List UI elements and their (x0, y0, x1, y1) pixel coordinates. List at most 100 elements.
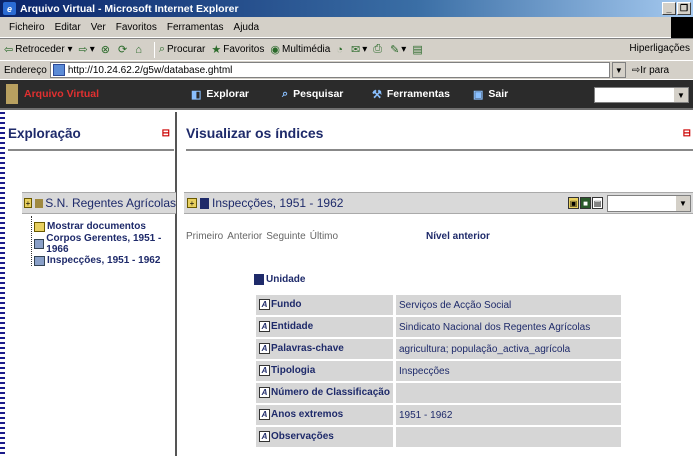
field-label-cell[interactable]: A Número de Classificação (256, 383, 393, 403)
field-help-icon[interactable]: A (259, 387, 270, 399)
nav-pesquisar-label: Pesquisar (293, 88, 344, 100)
field-label: Número de Classificação (271, 387, 390, 399)
documents-icon (34, 221, 45, 232)
go-label: Ir para (640, 64, 670, 76)
save-record-icon[interactable]: ■ (580, 197, 591, 209)
back-label: Retroceder (15, 44, 65, 55)
media-button[interactable]: ◉ Multimédia (270, 43, 330, 56)
tree-root-label: S.N. Regentes Agrícolas (45, 196, 176, 210)
tree-item-label: Mostrar documentos (47, 221, 146, 232)
edit-page-button[interactable]: ✎ ▾ (390, 43, 406, 56)
edit-icon: ✎ (390, 44, 400, 56)
refresh-button[interactable]: ⟳ (118, 43, 129, 56)
app-brand[interactable]: Arquivo Virtual (24, 88, 191, 100)
print-button[interactable]: ⎙ (373, 43, 384, 56)
menu-edit[interactable]: Editar (55, 22, 81, 33)
field-label: Observações (271, 431, 334, 443)
field-label-cell[interactable]: A Entidade (256, 317, 393, 337)
field-value: agricultura; população_activa_agrícola (393, 339, 621, 359)
view-record-icon[interactable]: ▣ (568, 197, 579, 209)
home-button[interactable]: ⌂ (135, 44, 144, 56)
nav-ferramentas[interactable]: ⚒ Ferramentas (372, 88, 473, 101)
field-value: Serviços de Acção Social (393, 295, 621, 315)
collapse-icon[interactable]: ⊟ (162, 128, 170, 139)
nav-explorar[interactable]: ◧ Explorar (191, 88, 282, 101)
field-label-cell[interactable]: A Anos extremos (256, 405, 393, 425)
field-label: Anos extremos (271, 409, 344, 421)
search-icon: ⌕ (282, 87, 289, 100)
forward-button[interactable]: ⇨ ▾ (79, 43, 95, 56)
mail-button[interactable]: ✉ ▾ (351, 43, 367, 56)
media-icon: ◉ (270, 44, 280, 56)
address-input[interactable]: http://10.24.62.2/g5w/database.ghtml (49, 62, 610, 78)
print-record-icon[interactable]: ▤ (592, 197, 603, 209)
unit-label: Unidade (266, 274, 306, 285)
maximize-button[interactable]: ❐ (677, 2, 691, 15)
field-label: Palavras-chave (271, 343, 344, 355)
record-pager: Primeiro Anterior Seguinte Último (186, 231, 338, 242)
field-help-icon[interactable]: A (259, 299, 270, 311)
field-help-icon[interactable]: A (259, 343, 270, 355)
chevron-down-icon: ▼ (676, 196, 690, 211)
index-view-panel: Visualizar os índices ⊟ + Inspecções, 19… (180, 112, 693, 456)
field-label-cell[interactable]: A Palavras-chave (256, 339, 393, 359)
back-button[interactable]: ⇦ Retroceder ▾ (4, 43, 73, 56)
menu-file[interactable]: Ficheiro (9, 22, 45, 33)
field-help-icon[interactable]: A (259, 365, 270, 377)
windows-logo-icon (671, 17, 693, 38)
nav-pesquisar[interactable]: ⌕ Pesquisar (282, 88, 372, 101)
pager-previous[interactable]: Anterior (227, 231, 262, 242)
nav-sair-label: Sair (488, 88, 509, 100)
menu-view[interactable]: Ver (91, 22, 106, 33)
menu-help[interactable]: Ajuda (234, 22, 260, 33)
tree-item-corpos-gerentes[interactable]: Corpos Gerentes, 1951 - 1966 (34, 232, 175, 255)
nav-ferramentas-label: Ferramentas (386, 88, 450, 100)
links-button[interactable]: Hiperligações (629, 43, 690, 54)
go-button[interactable]: ⇨Ir para (632, 65, 669, 76)
favorites-label: Favoritos (223, 44, 265, 55)
collapse-icon[interactable]: ⊟ (683, 128, 691, 139)
tree-root-item[interactable]: + S.N. Regentes Agrícolas (22, 192, 176, 214)
table-row: A Fundo Serviços de Acção Social (256, 295, 621, 315)
pager-last[interactable]: Último (310, 231, 338, 242)
internet-explorer-icon: e (3, 2, 16, 15)
minimize-button[interactable]: _ (662, 2, 676, 15)
favorites-icon: ★ (211, 44, 222, 56)
tree-children: Mostrar documentos Corpos Gerentes, 1951… (26, 218, 175, 269)
search-button[interactable]: ⌕ Procurar (159, 43, 206, 56)
nav-sair[interactable]: ▣ Sair (473, 88, 508, 101)
field-label-cell[interactable]: A Observações (256, 427, 393, 447)
nav-select[interactable]: ▼ (594, 87, 689, 103)
folder-icon (34, 255, 45, 266)
menu-favorites[interactable]: Favoritos (116, 22, 157, 33)
address-dropdown-icon[interactable]: ▼ (611, 62, 626, 78)
nav-explorar-label: Explorar (206, 88, 250, 100)
history-button[interactable]: ◔ (336, 44, 345, 56)
field-help-icon[interactable]: A (259, 409, 270, 421)
tree-item-label: Corpos Gerentes, 1951 - 1966 (46, 232, 162, 255)
field-help-icon[interactable]: A (259, 431, 270, 443)
favorites-button[interactable]: ★ Favoritos (211, 43, 264, 56)
field-value: Inspecções (393, 361, 621, 381)
page-title: Visualizar os índices (186, 125, 324, 141)
tree-item-inspeccoes[interactable]: Inspecções, 1951 - 1962 (34, 252, 175, 269)
stop-button[interactable]: ⊗ (101, 43, 112, 56)
field-help-icon[interactable]: A (259, 321, 270, 333)
window-title: Arquivo Virtual - Microsoft Internet Exp… (20, 2, 239, 15)
field-label-cell[interactable]: A Fundo (256, 295, 393, 315)
record-fields-table: A Fundo Serviços de Acção Social A Entidad… (256, 293, 621, 449)
discuss-button[interactable]: ▤ (412, 43, 424, 56)
expand-icon[interactable]: + (187, 198, 197, 208)
media-label: Multimédia (281, 44, 331, 55)
pager-first[interactable]: Primeiro (186, 231, 223, 242)
expand-icon[interactable]: + (24, 198, 32, 208)
field-label-cell[interactable]: A Tipologia (256, 361, 393, 381)
parent-level-link[interactable]: Nível anterior (426, 231, 490, 242)
pager-next[interactable]: Seguinte (266, 231, 305, 242)
menu-tools[interactable]: Ferramentas (167, 22, 224, 33)
field-value (393, 383, 621, 403)
table-row: A Número de Classificação (256, 383, 621, 403)
address-bar: Endereço http://10.24.62.2/g5w/database.… (0, 60, 693, 79)
record-select[interactable]: ▼ (607, 195, 691, 212)
record-header: + Inspecções, 1951 - 1962 ▣ ■ ▤ ▼ (184, 192, 693, 214)
